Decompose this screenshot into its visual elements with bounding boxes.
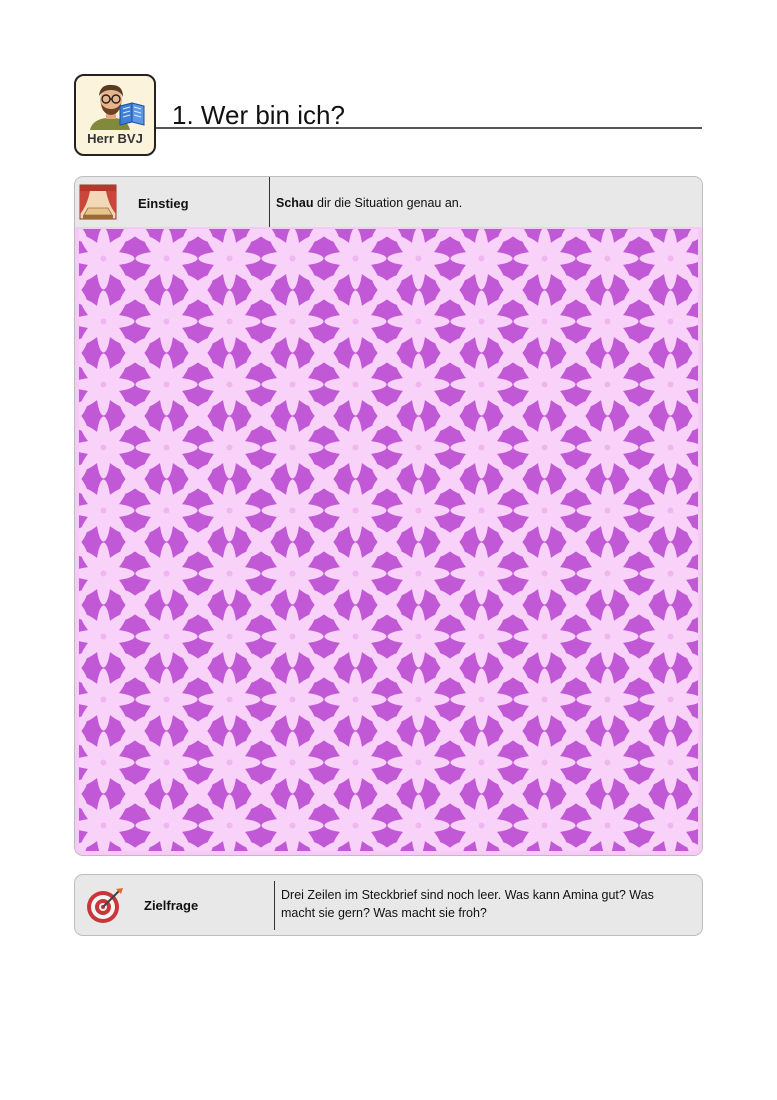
einstieg-divider bbox=[269, 177, 270, 227]
instruction-rest: dir die Situation genau an. bbox=[313, 196, 463, 210]
einstieg-card: Einstieg Schau dir die Situation genau a… bbox=[74, 176, 703, 856]
zielfrage-divider bbox=[274, 881, 275, 930]
zielfrage-label: Zielfrage bbox=[144, 898, 199, 913]
floral-pattern-image bbox=[75, 227, 702, 855]
title-underline bbox=[156, 127, 702, 129]
theater-stage-icon bbox=[79, 184, 117, 220]
logo-name: Herr BVJ bbox=[87, 131, 143, 146]
zielfrage-text: Drei Zeilen im Steckbrief sind noch leer… bbox=[281, 888, 654, 921]
einstieg-instruction: Schau dir die Situation genau an. bbox=[276, 194, 462, 212]
target-icon bbox=[87, 888, 123, 923]
einstieg-label: Einstieg bbox=[138, 196, 189, 211]
herr-bvj-logo: Herr BVJ bbox=[74, 74, 156, 156]
zielfrage-card: Zielfrage Drei Zeilen im Steckbrief sind… bbox=[74, 874, 703, 936]
instruction-bold: Schau bbox=[276, 196, 314, 210]
einstieg-header: Einstieg Schau dir die Situation genau a… bbox=[75, 177, 702, 227]
